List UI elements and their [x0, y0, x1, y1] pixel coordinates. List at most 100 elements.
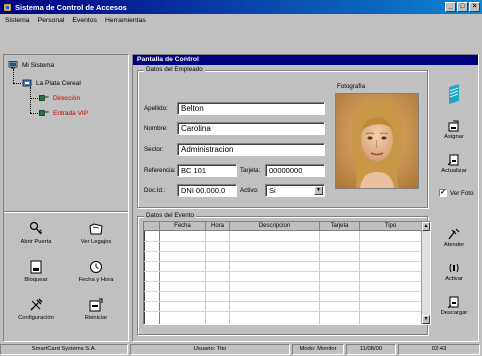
- status-bar: SmartCard Systems S.A. Usuario: Tito Mod…: [0, 344, 482, 356]
- activar-label: Activar: [445, 276, 463, 282]
- actualizar-label: Actualizar: [441, 168, 467, 174]
- dropdown-arrow-icon[interactable]: ▼: [314, 186, 323, 195]
- download-device-icon: [447, 296, 459, 309]
- descargar-button[interactable]: Descargar: [434, 295, 474, 316]
- window-title: Sistema de Control de Accesos: [15, 2, 127, 12]
- apellido-field[interactable]: Belton: [177, 102, 325, 115]
- fecha-hora-button[interactable]: Fecha y Hora: [66, 259, 126, 283]
- table-row[interactable]: [144, 241, 422, 242]
- event-group-label: Datos del Evento: [144, 212, 196, 219]
- column-header-tipo[interactable]: Tipo: [360, 222, 422, 231]
- card-reader-icon: [449, 84, 459, 104]
- column-header-descripcion[interactable]: Descripcion: [230, 222, 320, 231]
- events-scrollbar[interactable]: ▲ ▼: [421, 222, 430, 324]
- events-table[interactable]: Fecha Hora Descripcion Tarjeta Tipo ▲ ▼: [143, 221, 431, 325]
- fecha-hora-label: Fecha y Hora: [78, 277, 114, 283]
- status-hora: 02:43: [398, 344, 480, 355]
- employee-portrait: [336, 94, 418, 188]
- table-row[interactable]: [144, 261, 422, 262]
- tree-door-label: Dirección: [53, 94, 81, 102]
- configuracion-button[interactable]: Configuración: [6, 297, 66, 321]
- photo-label: Fotografía: [337, 83, 366, 90]
- activate-icon: [449, 263, 459, 273]
- ver-foto-label: Ver Foto: [450, 190, 474, 197]
- control-panel: Pantalla de Control Datos del Empleado A…: [132, 54, 479, 342]
- restart-device-icon: [89, 298, 103, 312]
- abrir-puerta-button[interactable]: Abrir Puerta: [6, 221, 66, 245]
- actualizar-button[interactable]: Actualizar: [434, 153, 474, 174]
- table-row[interactable]: [144, 271, 422, 272]
- tarjeta-field[interactable]: 00000000: [265, 164, 325, 177]
- refresh-device-icon: [447, 154, 459, 166]
- tree-door-label: Entrada VIP: [53, 109, 89, 117]
- apellido-label: Apellido:: [144, 105, 168, 112]
- tree-item-door-direccion[interactable]: Dirección: [39, 94, 80, 102]
- table-row[interactable]: [144, 291, 422, 292]
- minimize-button[interactable]: _: [445, 2, 456, 12]
- status-company: SmartCard Systems S.A.: [0, 344, 128, 355]
- scroll-down-icon[interactable]: ▼: [422, 315, 430, 324]
- activar-button[interactable]: Activar: [434, 261, 474, 282]
- menu-bar: Sistema Personal Eventos Herramientas: [0, 14, 482, 26]
- bloquear-button[interactable]: Bloquear: [6, 259, 66, 283]
- app-icon: [3, 3, 12, 11]
- assign-icon: [448, 120, 459, 132]
- reiniciar-button[interactable]: Reiniciar: [66, 297, 126, 321]
- menu-personal[interactable]: Personal: [36, 17, 67, 24]
- door-reader-icon: [39, 110, 49, 116]
- sector-field[interactable]: Administracion: [177, 143, 325, 156]
- atender-button[interactable]: Atender: [434, 227, 474, 248]
- tree-item-site[interactable]: La Plata Cereal: [22, 79, 81, 87]
- asignar-label: Asignar: [444, 134, 464, 140]
- door-reader-icon: [39, 95, 49, 101]
- employee-photo: [335, 93, 419, 189]
- bloquear-label: Bloquear: [24, 277, 48, 283]
- sector-label: Sector:: [144, 146, 164, 153]
- nombre-field[interactable]: Carolina: [177, 122, 325, 135]
- table-row[interactable]: [144, 281, 422, 282]
- ver-legajos-label: Ver Legajos: [80, 239, 112, 245]
- window-title-bar[interactable]: Sistema de Control de Accesos _ □ ×: [0, 0, 482, 14]
- reiniciar-label: Reiniciar: [84, 315, 108, 321]
- activo-select[interactable]: Si ▼: [265, 184, 325, 197]
- tree-item-root[interactable]: Mi Sistema: [8, 61, 54, 69]
- activo-value: Si: [269, 186, 276, 195]
- column-header-fecha[interactable]: Fecha: [160, 222, 206, 231]
- status-usuario: Usuario: Tito: [130, 344, 290, 355]
- status-modo: Modo: Monitor: [292, 344, 344, 355]
- column-header-hora[interactable]: Hora: [206, 222, 230, 231]
- panel-divider: [4, 211, 128, 213]
- ver-legajos-button[interactable]: Ver Legajos: [66, 221, 126, 245]
- menu-sistema[interactable]: Sistema: [3, 17, 32, 24]
- folder-icon: [89, 223, 103, 235]
- atender-label: Atender: [443, 242, 465, 248]
- tools-icon: [30, 298, 43, 311]
- tree-root-label: Mi Sistema: [22, 61, 55, 69]
- table-row[interactable]: [144, 311, 422, 312]
- control-panel-title: Pantalla de Control: [133, 55, 478, 65]
- table-row[interactable]: [144, 301, 422, 302]
- docid-label: Doc.Id.:: [144, 187, 166, 194]
- site-icon: [22, 79, 32, 87]
- computer-icon: [8, 61, 18, 69]
- ver-foto-checkbox[interactable]: ✓: [439, 189, 447, 197]
- column-header-tarjeta[interactable]: Tarjeta: [320, 222, 360, 231]
- lock-panel-icon: [30, 260, 42, 274]
- referencia-label: Referencia:: [144, 167, 176, 174]
- nombre-label: Nombre:: [144, 125, 168, 132]
- menu-eventos[interactable]: Eventos: [70, 17, 99, 24]
- tree-item-door-entrada-vip[interactable]: Entrada VIP: [39, 109, 88, 117]
- left-panel: Mi Sistema La Plata Cereal Dirección Ent…: [3, 54, 129, 342]
- close-button[interactable]: ×: [469, 2, 480, 12]
- card-reader-icon-wrap: [434, 83, 474, 106]
- asignar-button[interactable]: Asignar: [434, 119, 474, 140]
- menu-herramientas[interactable]: Herramientas: [103, 17, 148, 24]
- docid-field[interactable]: DNI 00.000.0: [177, 184, 237, 197]
- abrir-puerta-label: Abrir Puerta: [20, 239, 52, 245]
- scroll-up-icon[interactable]: ▲: [422, 222, 430, 231]
- tree-site-label: La Plata Cereal: [36, 79, 81, 87]
- maximize-button[interactable]: □: [457, 2, 468, 12]
- descargar-label: Descargar: [440, 310, 468, 316]
- table-row[interactable]: [144, 251, 422, 252]
- referencia-field[interactable]: BC 101: [177, 164, 237, 177]
